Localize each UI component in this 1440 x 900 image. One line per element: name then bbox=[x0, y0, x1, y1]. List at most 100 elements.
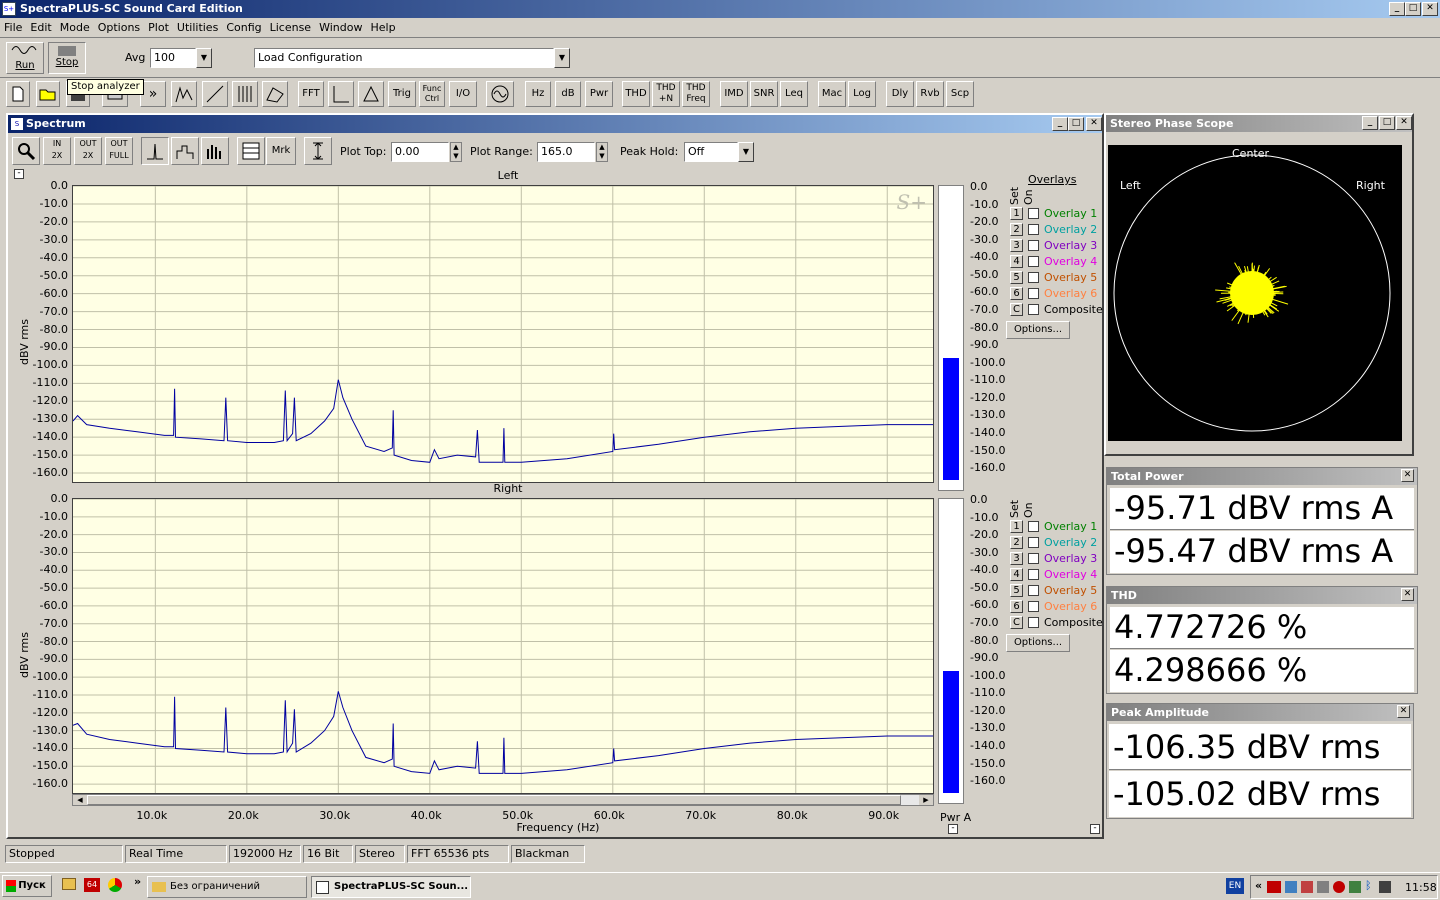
maximize-button[interactable]: □ bbox=[1405, 2, 1421, 16]
right-spectrum-plot[interactable] bbox=[72, 498, 934, 794]
avg-input[interactable]: 100 bbox=[150, 48, 196, 68]
explorer-quicklaunch-icon[interactable] bbox=[62, 878, 76, 890]
zoom-full-icon[interactable]: OUT FULL bbox=[105, 137, 133, 165]
zoom-icon[interactable] bbox=[12, 137, 40, 165]
menu-window[interactable]: Window bbox=[315, 21, 366, 34]
left-spectrum-plot[interactable]: S+ bbox=[72, 185, 934, 483]
language-indicator[interactable]: EN bbox=[1226, 878, 1244, 894]
stop-button[interactable]: Stop bbox=[48, 42, 86, 74]
start-button[interactable]: Пуск bbox=[2, 875, 52, 897]
overlay-set-button[interactable]: 2 bbox=[1010, 223, 1023, 236]
overlay-set-button[interactable]: C bbox=[1010, 616, 1023, 629]
overlay-on-checkbox[interactable] bbox=[1028, 272, 1039, 283]
overlay-on-checkbox[interactable] bbox=[1028, 617, 1039, 628]
app-icon[interactable]: S+ bbox=[2, 2, 16, 16]
plot-top-input[interactable]: 0.00 bbox=[391, 142, 449, 162]
open-folder-icon[interactable] bbox=[36, 81, 60, 107]
pwr-button[interactable]: Pwr bbox=[585, 81, 613, 107]
taskbar-item-folder[interactable]: Без ограничений bbox=[147, 876, 307, 898]
config-select[interactable]: Load Configuration bbox=[254, 48, 554, 68]
waveform-icon[interactable] bbox=[202, 81, 228, 107]
overlay-on-checkbox[interactable] bbox=[1028, 537, 1039, 548]
overlay-set-button[interactable]: 4 bbox=[1010, 568, 1023, 581]
bluetooth-tray-icon[interactable]: ᛒ bbox=[1365, 879, 1372, 892]
plot-top-spinner-icon[interactable]: ▲ ▼ bbox=[450, 142, 462, 162]
config-dropdown-icon[interactable]: ▼ bbox=[554, 48, 570, 68]
overlay-on-checkbox[interactable] bbox=[1028, 553, 1039, 564]
table-icon[interactable] bbox=[237, 137, 265, 165]
thd-close-button[interactable]: ✕ bbox=[1401, 588, 1414, 601]
network-tray-icon[interactable] bbox=[1285, 881, 1297, 893]
octave-bar-icon[interactable] bbox=[171, 137, 199, 165]
io-button[interactable]: I/O bbox=[449, 81, 477, 107]
3d-surface-icon[interactable] bbox=[262, 81, 288, 107]
overlay-on-checkbox[interactable] bbox=[1028, 240, 1039, 251]
minimize-button[interactable]: _ bbox=[1389, 2, 1405, 16]
overlay-set-button[interactable]: 1 bbox=[1010, 207, 1023, 220]
snr-button[interactable]: SNR bbox=[750, 81, 778, 107]
overlay-set-button[interactable]: 3 bbox=[1010, 239, 1023, 252]
fft-button[interactable]: FFT bbox=[298, 81, 324, 107]
overlay-on-checkbox[interactable] bbox=[1028, 256, 1039, 267]
taskbar-item-spectraplus[interactable]: SpectraPLUS-SC Soun... bbox=[311, 876, 471, 898]
generator-icon[interactable] bbox=[486, 81, 514, 107]
plot-range-spinner-icon[interactable]: ▲ ▼ bbox=[596, 142, 608, 162]
app-tray-icon[interactable] bbox=[1349, 881, 1361, 893]
chrome-quicklaunch-icon[interactable] bbox=[108, 878, 122, 892]
imd-button[interactable]: IMD bbox=[720, 81, 748, 107]
rvb-button[interactable]: Rvb bbox=[916, 81, 944, 107]
line-plot-icon[interactable] bbox=[141, 137, 169, 165]
thd-n-button[interactable]: THD +N bbox=[652, 81, 680, 107]
overlay-set-button[interactable]: 6 bbox=[1010, 287, 1023, 300]
fast-forward-icon[interactable]: » bbox=[140, 81, 166, 107]
spectrogram-icon[interactable] bbox=[232, 81, 258, 107]
spectrum-minimize-button[interactable]: _ bbox=[1052, 117, 1068, 131]
left-options-button[interactable]: Options... bbox=[1006, 321, 1070, 339]
scope-icon[interactable] bbox=[358, 81, 384, 107]
right-options-button[interactable]: Options... bbox=[1006, 634, 1070, 652]
avg-dropdown-icon[interactable]: ▼ bbox=[196, 48, 212, 68]
scroll-right-icon[interactable]: ▶ bbox=[919, 795, 933, 805]
new-file-icon[interactable] bbox=[6, 81, 30, 107]
overlay-collapse-icon[interactable]: - bbox=[1090, 824, 1100, 834]
monitor-tray-icon[interactable] bbox=[1317, 881, 1329, 893]
display-tray-icon[interactable] bbox=[1379, 881, 1391, 893]
overlay-set-button[interactable]: 3 bbox=[1010, 552, 1023, 565]
spectrum-window-icon[interactable]: S bbox=[11, 118, 23, 130]
overlay-on-checkbox[interactable] bbox=[1028, 585, 1039, 596]
thd-freq-button[interactable]: THD Freq bbox=[682, 81, 710, 107]
overlay-set-button[interactable]: 5 bbox=[1010, 584, 1023, 597]
overlay-set-button[interactable]: 6 bbox=[1010, 600, 1023, 613]
peak-close-button[interactable]: ✕ bbox=[1397, 705, 1410, 718]
overlay-on-checkbox[interactable] bbox=[1028, 304, 1039, 315]
dly-button[interactable]: Dly bbox=[886, 81, 914, 107]
db-button[interactable]: dB bbox=[555, 81, 581, 107]
menu-mode[interactable]: Mode bbox=[56, 21, 94, 34]
run-button[interactable]: Run bbox=[6, 42, 44, 74]
spectrum-icon[interactable] bbox=[171, 81, 197, 107]
scope-close-button[interactable]: ✕ bbox=[1396, 116, 1412, 130]
menu-plot[interactable]: Plot bbox=[144, 21, 173, 34]
scp-button[interactable]: Scp bbox=[946, 81, 974, 107]
log-button[interactable]: Log bbox=[848, 81, 876, 107]
meter-collapse-icon[interactable]: - bbox=[948, 824, 958, 834]
zoom-out-2x-icon[interactable]: OUT 2X bbox=[74, 137, 102, 165]
menu-options[interactable]: Options bbox=[94, 21, 144, 34]
close-button[interactable]: ✕ bbox=[1422, 2, 1438, 16]
menu-license[interactable]: License bbox=[266, 21, 315, 34]
scroll-thumb[interactable] bbox=[87, 795, 901, 805]
mac-button[interactable]: Mac bbox=[818, 81, 846, 107]
scroll-left-icon[interactable]: ◀ bbox=[73, 795, 87, 805]
overlay-on-checkbox[interactable] bbox=[1028, 569, 1039, 580]
scope-maximize-button[interactable]: □ bbox=[1379, 116, 1395, 130]
horizontal-scrollbar[interactable]: ◀ ▶ bbox=[72, 794, 934, 806]
thd-button[interactable]: THD bbox=[622, 81, 650, 107]
menu-help[interactable]: Help bbox=[366, 21, 399, 34]
trig-button[interactable]: Trig bbox=[388, 81, 416, 107]
antivirus-tray-icon[interactable] bbox=[1333, 881, 1345, 893]
menu-edit[interactable]: Edit bbox=[26, 21, 55, 34]
bar-plot-icon[interactable] bbox=[201, 137, 229, 165]
menu-config[interactable]: Config bbox=[222, 21, 265, 34]
peak-hold-select[interactable]: Off bbox=[684, 142, 738, 162]
overlay-set-button[interactable]: 2 bbox=[1010, 536, 1023, 549]
